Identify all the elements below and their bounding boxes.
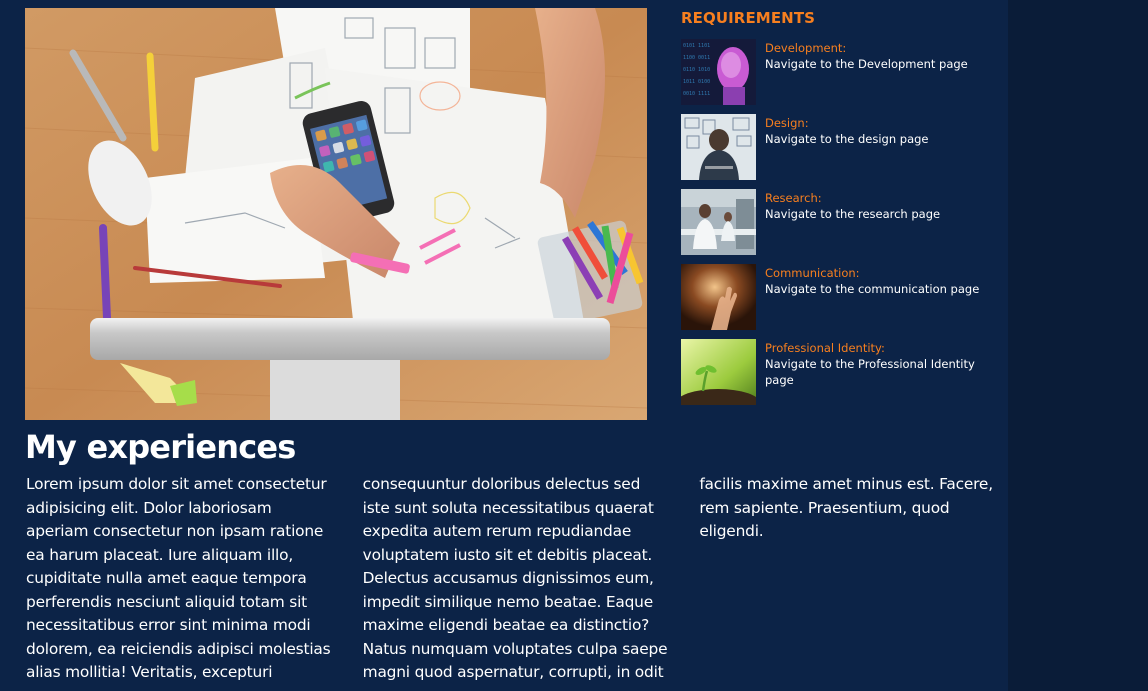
requirement-description[interactable]: Navigate to the design page: [765, 131, 995, 147]
svg-text:0110 1010: 0110 1010: [683, 67, 710, 73]
laboratory-image[interactable]: [681, 189, 756, 255]
svg-text:0101 1101: 0101 1101: [683, 43, 710, 49]
requirement-label[interactable]: Communication:: [765, 265, 995, 281]
requirement-item-design[interactable]: Design: Navigate to the design page: [681, 114, 1001, 181]
requirement-label[interactable]: Research:: [765, 190, 995, 206]
requirement-text[interactable]: Research: Navigate to the research page: [765, 190, 995, 222]
main-container: REQUIREMENTS 0101 1101 1100 0011 0110 101…: [0, 0, 1008, 691]
requirement-description[interactable]: Navigate to the Development page: [765, 56, 995, 72]
svg-text:0010 1111: 0010 1111: [683, 91, 710, 97]
desk-workspace-image: [25, 8, 647, 420]
requirement-label[interactable]: Professional Identity:: [765, 340, 995, 356]
requirement-text[interactable]: Communication: Navigate to the communica…: [765, 265, 995, 297]
seedling-image[interactable]: [681, 339, 756, 405]
svg-text:1011 0100: 1011 0100: [683, 79, 710, 85]
experiences-body: Lorem ipsum dolor sit amet consectetur a…: [26, 475, 993, 681]
requirement-label[interactable]: Development:: [765, 40, 995, 56]
requirement-label[interactable]: Design:: [765, 115, 995, 131]
page-gutter: [1008, 0, 1148, 691]
experiences-text-columns: Lorem ipsum dolor sit amet consectetur a…: [26, 473, 1006, 691]
requirement-text[interactable]: Professional Identity: Navigate to the P…: [765, 340, 995, 388]
requirement-item-development[interactable]: 0101 1101 1100 0011 0110 1010 1011 0100 00…: [681, 39, 1001, 106]
requirement-item-communication[interactable]: Communication: Navigate to the communica…: [681, 264, 1001, 331]
requirement-item-professional-identity[interactable]: Professional Identity: Navigate to the P…: [681, 339, 1001, 406]
requirements-list: 0101 1101 1100 0011 0110 1010 1011 0100 00…: [681, 39, 1001, 414]
whiteboard-person-image[interactable]: [681, 114, 756, 180]
requirement-description[interactable]: Navigate to the Professional Identity pa…: [765, 356, 995, 388]
requirement-description[interactable]: Navigate to the research page: [765, 206, 995, 222]
requirement-text[interactable]: Design: Navigate to the design page: [765, 115, 995, 147]
ai-face-image[interactable]: 0101 1101 1100 0011 0110 1010 1011 0100 00…: [681, 39, 756, 105]
hand-light-image[interactable]: [681, 264, 756, 330]
experiences-title: My experiences: [25, 428, 296, 466]
svg-text:1100 0011: 1100 0011: [683, 55, 710, 61]
requirement-item-research[interactable]: Research: Navigate to the research page: [681, 189, 1001, 256]
page: REQUIREMENTS 0101 1101 1100 0011 0110 101…: [0, 0, 1148, 691]
requirements-title: REQUIREMENTS: [681, 9, 816, 27]
requirement-description[interactable]: Navigate to the communication page: [765, 281, 995, 297]
requirement-text[interactable]: Development: Navigate to the Development…: [765, 40, 995, 72]
